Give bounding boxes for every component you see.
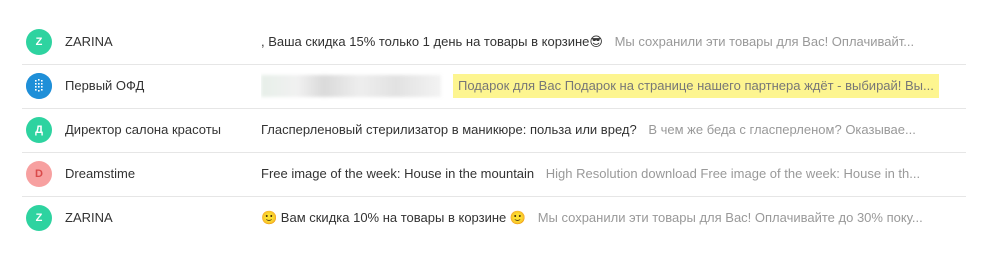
email-preview: В чем же беда с гласперленом? Оказывае..…	[648, 122, 916, 137]
email-subject: Гласперленовый стерилизатор в маникюре: …	[261, 122, 637, 137]
email-subject: , Ваша скидка 15% только 1 день на товар…	[261, 34, 603, 49]
avatar: Z	[26, 29, 52, 55]
email-subject: Free image of the week: House in the mou…	[261, 166, 535, 181]
avatar	[26, 73, 52, 99]
sender-name: Директор салона красоты	[65, 122, 221, 137]
avatar: Д	[26, 117, 52, 143]
ofd-logo-icon	[26, 73, 52, 99]
email-row[interactable]: Первый ОФД Подарок для Вас Подарок на ст…	[22, 65, 966, 109]
sender-name: ZARINA	[65, 210, 113, 225]
email-row[interactable]: Z ZARINA 🙂 Вам скидка 10% на товары в ко…	[22, 197, 966, 240]
email-row[interactable]: Z ZARINA , Ваша скидка 15% только 1 день…	[22, 21, 966, 65]
email-subject: 🙂 Вам скидка 10% на товары в корзине 🙂	[261, 210, 527, 225]
email-row[interactable]: D Dreamstime Free image of the week: Hou…	[22, 153, 966, 197]
email-row[interactable]: Д Директор салона красоты Гласперленовый…	[22, 109, 966, 153]
email-content: 🙂 Вам скидка 10% на товары в корзине 🙂 М…	[261, 197, 966, 239]
highlighted-preview: Подарок для Вас Подарок на странице наше…	[453, 74, 939, 98]
avatar-letter: Z	[35, 212, 43, 224]
blurred-subject	[261, 75, 441, 97]
email-list: Z ZARINA , Ваша скидка 15% только 1 день…	[0, 21, 1000, 240]
email-content: Подарок для Вас Подарок на странице наше…	[261, 65, 966, 107]
email-preview: Мы сохранили эти товары для Вас! Оплачив…	[614, 34, 915, 49]
avatar: Z	[26, 205, 52, 231]
avatar-letter: D	[35, 168, 43, 180]
avatar-letter: Д	[35, 124, 43, 136]
avatar: D	[26, 161, 52, 187]
sender-name: Первый ОФД	[65, 78, 145, 93]
email-content: , Ваша скидка 15% только 1 день на товар…	[261, 21, 966, 63]
email-content: Гласперленовый стерилизатор в маникюре: …	[261, 109, 966, 151]
email-preview: High Resolution download Free image of t…	[545, 166, 921, 181]
email-content: Free image of the week: House in the mou…	[261, 153, 966, 195]
avatar-letter: Z	[35, 36, 43, 48]
email-preview: Мы сохранили эти товары для Вас! Оплачив…	[537, 210, 923, 225]
sender-name: ZARINA	[65, 34, 113, 49]
sender-name: Dreamstime	[65, 166, 136, 181]
